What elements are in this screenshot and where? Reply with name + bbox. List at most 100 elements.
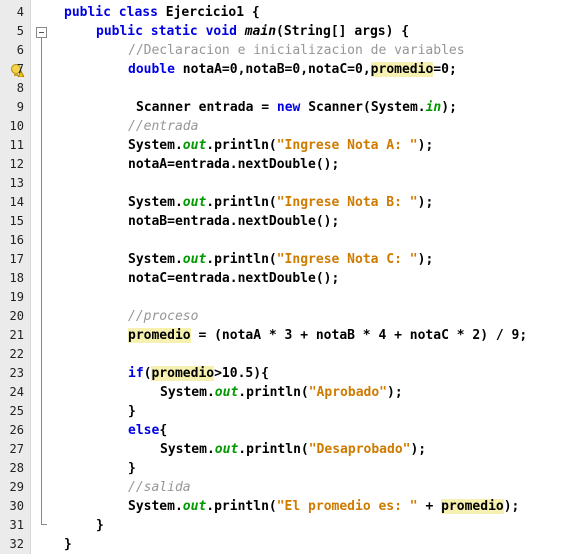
code-line: 9 Scanner entrada = new Scanner(System.i… xyxy=(0,98,581,117)
code-text: if(promedio>10.5){ xyxy=(128,364,269,383)
code-fragment: ); xyxy=(503,499,520,514)
code-fragment: } xyxy=(64,537,72,552)
comment: //entrada xyxy=(128,119,199,134)
code-text: System.out.println("Desaprobado"); xyxy=(160,440,426,459)
code-fragment: Scanner(System. xyxy=(300,100,426,115)
code-fragment: ; xyxy=(448,62,457,77)
code-fragment: + xyxy=(417,499,442,514)
number-literal: 0 xyxy=(229,62,238,77)
line-number: 25 xyxy=(9,404,24,418)
code-text: System.out.println("Aprobado"); xyxy=(160,383,403,402)
line-number: 9 xyxy=(16,100,24,114)
code-fragment: System. xyxy=(128,138,183,153)
comment: //Declaracion e inicializacion de variab… xyxy=(128,43,465,58)
code-text: System.out.println("Ingrese Nota A: "); xyxy=(128,136,433,155)
line-number: 4 xyxy=(16,5,24,19)
line-number: 14 xyxy=(9,195,24,209)
line-number: 10 xyxy=(9,119,24,133)
keyword: public xyxy=(96,24,143,39)
code-fragment: .println( xyxy=(206,195,277,210)
code-line: 11 System.out.println("Ingrese Nota A: "… xyxy=(0,136,581,155)
static-field: out xyxy=(182,252,207,267)
code-fragment: } xyxy=(128,404,136,419)
highlighted-variable: promedio xyxy=(151,366,215,381)
line-number: 17 xyxy=(9,252,24,266)
code-editor[interactable]: 4 public class Ejercicio1 { 5 public sta… xyxy=(0,0,581,554)
code-fragment: .println( xyxy=(206,252,277,267)
code-fragment: .println( xyxy=(206,138,277,153)
code-fragment: } xyxy=(96,518,104,533)
keyword: else xyxy=(128,423,160,438)
code-fragment: ); xyxy=(417,252,434,267)
code-line: 23 if(promedio>10.5){ xyxy=(0,364,581,383)
line-number: 19 xyxy=(9,290,24,304)
code-line: 17 System.out.println("Ingrese Nota C: "… xyxy=(0,250,581,269)
code-line: 16 xyxy=(0,231,581,250)
code-line: 7 double notaA=0,notaB=0,notaC=0,promedi… xyxy=(0,60,581,79)
line-number: 28 xyxy=(9,461,24,475)
code-line: 31 } xyxy=(0,516,581,535)
code-fragment: notaC=entrada.nextDouble(); xyxy=(128,271,340,286)
line-number: 22 xyxy=(9,347,24,361)
code-line: 13 xyxy=(0,174,581,193)
code-line: 14 System.out.println("Ingrese Nota B: "… xyxy=(0,193,581,212)
static-field: out xyxy=(182,499,207,514)
code-fragment: System. xyxy=(160,385,215,400)
code-fragment: System. xyxy=(128,195,183,210)
line-number: 7 xyxy=(16,62,24,76)
code-fragment: System. xyxy=(128,499,183,514)
code-line: 8 xyxy=(0,79,581,98)
static-field: out xyxy=(182,138,207,153)
code-line: 27 System.out.println("Desaprobado"); xyxy=(0,440,581,459)
string-literal: "Aprobado" xyxy=(308,385,388,400)
code-text: promedio = (notaA * 3 + notaB * 4 + nota… xyxy=(128,326,527,345)
string-literal: "Ingrese Nota C: " xyxy=(276,252,418,267)
code-fragment: { xyxy=(159,423,168,438)
method-args: (String[] args) { xyxy=(276,24,410,39)
code-line: 32 } xyxy=(0,535,581,554)
keyword: if xyxy=(128,366,144,381)
code-fragment: System. xyxy=(128,252,183,267)
code-line: 29 //salida xyxy=(0,478,581,497)
line-number: 16 xyxy=(9,233,24,247)
highlighted-variable: promedio xyxy=(370,62,434,77)
line-number: 8 xyxy=(16,81,24,95)
code-line: 10 //entrada xyxy=(0,117,581,136)
code-fragment: notaA=entrada.nextDouble(); xyxy=(128,157,340,172)
highlighted-variable: promedio xyxy=(441,499,504,514)
code-fragment: ); xyxy=(387,385,403,400)
line-number: 15 xyxy=(9,214,24,228)
line-number: 21 xyxy=(9,328,24,342)
keyword: new xyxy=(276,100,301,115)
keyword: double xyxy=(128,62,175,77)
line-number: 27 xyxy=(9,442,24,456)
comment: //salida xyxy=(128,480,191,495)
string-literal: "Desaprobado" xyxy=(308,442,411,457)
code-fragment: ,notaB= xyxy=(237,62,293,77)
code-line: 4 public class Ejercicio1 { xyxy=(0,3,581,22)
code-fragment: >10.5){ xyxy=(214,366,269,381)
highlighted-variable: promedio xyxy=(128,328,191,343)
line-number: 12 xyxy=(9,157,24,171)
code-text: Scanner entrada = new Scanner(System.in)… xyxy=(136,98,457,117)
code-line: 6 //Declaracion e inicializacion de vari… xyxy=(0,41,581,60)
line-number: 26 xyxy=(9,423,24,437)
line-number: 31 xyxy=(9,518,24,532)
code-fragment: ); xyxy=(417,195,434,210)
line-number: 20 xyxy=(9,309,24,323)
code-fragment: ); xyxy=(441,100,457,115)
code-text: else{ xyxy=(128,421,167,440)
line-number: 11 xyxy=(9,138,24,152)
code-fragment: } xyxy=(128,461,136,476)
line-number: 6 xyxy=(16,43,24,57)
code-fragment: .println( xyxy=(238,385,309,400)
static-field: out xyxy=(214,442,239,457)
keyword: void xyxy=(205,24,237,39)
code-line: 24 System.out.println("Aprobado"); xyxy=(0,383,581,402)
code-fragment: , xyxy=(362,62,371,77)
code-line: 28 } xyxy=(0,459,581,478)
code-fragment: notaA= xyxy=(174,62,230,77)
line-number: 23 xyxy=(9,366,24,380)
code-line: 15 notaB=entrada.nextDouble(); xyxy=(0,212,581,231)
line-number: 24 xyxy=(9,385,24,399)
